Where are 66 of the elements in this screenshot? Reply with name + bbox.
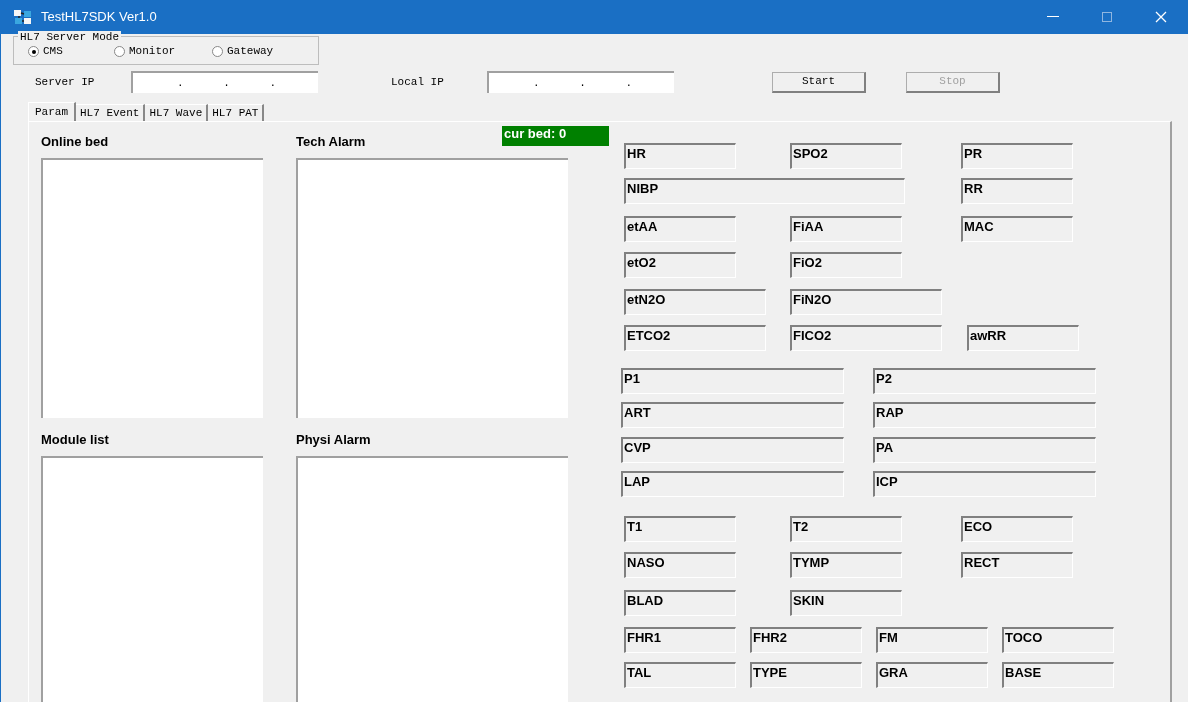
param-field: TYMP: [790, 552, 902, 578]
app-icon: [13, 9, 33, 25]
tab[interactable]: Param: [28, 102, 76, 122]
list-title: Tech Alarm: [296, 133, 366, 151]
param-field: FICO2: [790, 325, 942, 351]
tab[interactable]: HL7 Event: [76, 104, 146, 121]
list-title: Module list: [41, 431, 110, 449]
param-field: TYPE: [750, 662, 862, 688]
param-field: FiAA: [790, 216, 902, 242]
param-field: FM: [876, 627, 988, 653]
radio-option[interactable]: Monitor: [114, 43, 212, 60]
param-field: PR: [961, 143, 1073, 169]
param-field: NIBP: [624, 178, 905, 204]
maximize-icon: [1102, 12, 1112, 22]
param-field: FHR2: [750, 627, 862, 653]
param-field: PA: [873, 437, 1096, 463]
list-title: Physi Alarm: [296, 431, 372, 449]
param-field: NASO: [624, 552, 736, 578]
param-field: P1: [621, 368, 844, 394]
param-field: SKIN: [790, 590, 902, 616]
param-field: BLAD: [624, 590, 736, 616]
module-list[interactable]: [41, 456, 263, 702]
param-field: etO2: [624, 252, 736, 278]
param-field: MAC: [961, 216, 1073, 242]
param-field: TAL: [624, 662, 736, 688]
radio-option[interactable]: CMS: [28, 43, 114, 60]
param-field: T1: [624, 516, 736, 542]
action-button[interactable]: Start: [772, 71, 866, 93]
param-field: HR: [624, 143, 736, 169]
local-ip-field[interactable]: . . .: [487, 71, 674, 93]
param-field: FiO2: [790, 252, 902, 278]
list-title: Online bed: [41, 133, 110, 151]
param-field: LAP: [621, 471, 844, 497]
param-field: FHR1: [624, 627, 736, 653]
param-field: ECO: [961, 516, 1073, 542]
current-bed-label: cur bed: 0: [502, 126, 609, 146]
online-bed-list[interactable]: [41, 158, 263, 418]
param-field: ICP: [873, 471, 1096, 497]
physi-alarm-list[interactable]: [296, 456, 568, 702]
param-field: FiN2O: [790, 289, 942, 315]
radio-option[interactable]: Gateway: [212, 43, 302, 60]
tech-alarm-list[interactable]: [296, 158, 568, 418]
param-field: T2: [790, 516, 902, 542]
group-title: HL7 Server Mode: [18, 31, 122, 43]
window-title: TestHL7SDK Ver1.0: [41, 8, 157, 27]
tab[interactable]: HL7 Wave: [145, 104, 209, 121]
param-field: P2: [873, 368, 1096, 394]
param-field: GRA: [876, 662, 988, 688]
close-icon: [1155, 11, 1167, 23]
param-field: etAA: [624, 216, 736, 242]
param-field: ETCO2: [624, 325, 766, 351]
param-field: ART: [621, 402, 844, 428]
field-label: Local IP: [391, 74, 445, 90]
param-field: TOCO: [1002, 627, 1114, 653]
tab[interactable]: HL7 PAT: [208, 104, 265, 121]
param-field: SPO2: [790, 143, 902, 169]
param-field: CVP: [621, 437, 844, 463]
param-field: awRR: [967, 325, 1079, 351]
server-ip-field[interactable]: . . .: [131, 71, 318, 93]
param-field: BASE: [1002, 662, 1114, 688]
minimize-icon: [1047, 16, 1059, 18]
field-label: Server IP: [35, 74, 96, 90]
param-field: RR: [961, 178, 1073, 204]
param-field: RECT: [961, 552, 1073, 578]
param-field: etN2O: [624, 289, 766, 315]
param-field: RAP: [873, 402, 1096, 428]
